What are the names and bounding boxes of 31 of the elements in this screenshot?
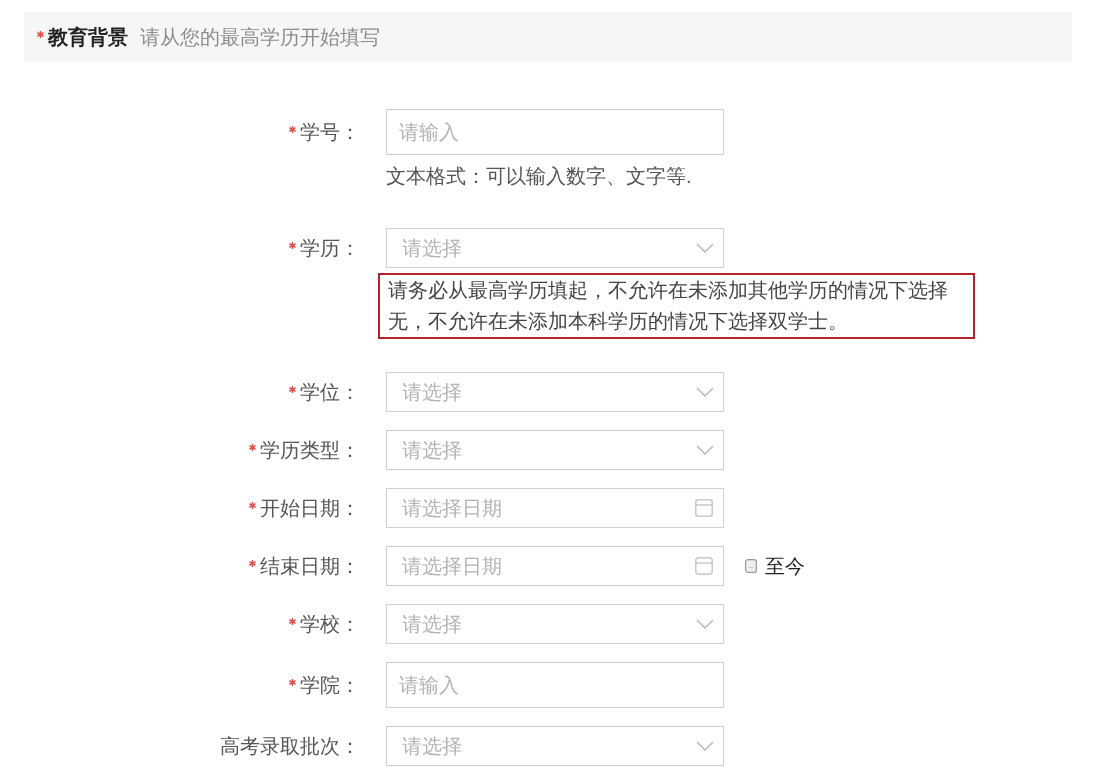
input-field[interactable]: 请输入 [386,662,724,708]
input-field[interactable]: 请输入 [386,109,724,155]
field-label: 学历： [300,236,360,261]
notice-text: 请务必从最高学历填起，不允许在未添加其他学历的情况下选择无，不允许在未添加本科学历的情况下选择双学士。 [378,273,975,339]
date-field[interactable]: 请选择日期 [386,546,724,586]
field-label: 高考录取批次： [220,734,360,759]
select-field[interactable]: 请选择 [386,228,724,268]
section-title: 教育背景 [48,25,128,50]
field-label: 学历类型： [260,438,360,463]
checkbox[interactable] [745,559,757,573]
field-label: 学院： [300,673,360,698]
help-text: 文本格式：可以输入数字、文字等. [386,164,693,189]
calendar-icon [695,499,713,517]
field-label: 学校： [300,612,360,637]
select-field[interactable]: 请选择 [386,604,724,644]
chevron-down-icon [696,445,714,455]
checkbox-label[interactable]: 至今 [765,553,805,579]
section-subtitle: 请从您的最高学历开始填写 [140,25,380,50]
chevron-down-icon [696,741,714,751]
field-label: 结束日期： [260,554,360,579]
field-label: 学位： [300,380,360,405]
chevron-down-icon [696,619,714,629]
select-field[interactable]: 请选择 [386,726,724,766]
chevron-down-icon [696,387,714,397]
field-label: 学号： [300,120,360,145]
date-field[interactable]: 请选择日期 [386,488,724,528]
field-label: 开始日期： [260,496,360,521]
calendar-icon [695,557,713,575]
chevron-down-icon [696,243,714,253]
select-field[interactable]: 请选择 [386,430,724,470]
select-field[interactable]: 请选择 [386,372,724,412]
